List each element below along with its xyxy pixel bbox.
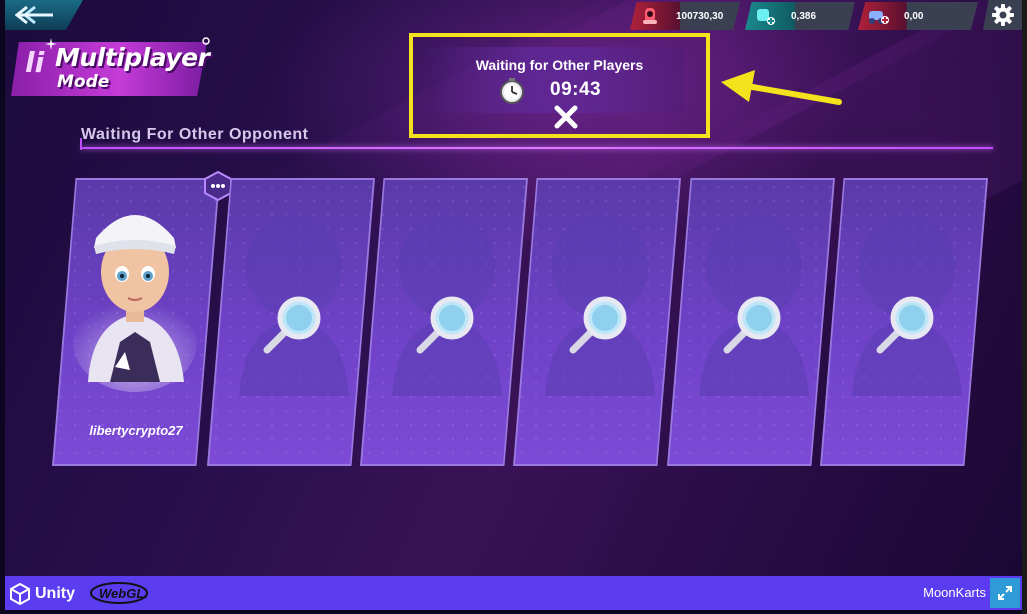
teal-token-icon <box>745 2 785 30</box>
back-arrow-icon <box>15 5 53 25</box>
search-icon <box>876 296 934 354</box>
settings-button[interactable] <box>983 0 1022 30</box>
mode-title: Multiplayer <box>55 43 210 72</box>
unity-cube-icon <box>10 583 30 605</box>
currency-value: 0,386 <box>791 10 817 22</box>
search-icon <box>569 296 627 354</box>
player-slot-1[interactable]: libertycrypto27 <box>52 178 220 466</box>
section-heading: Waiting For Other Opponent <box>81 126 309 143</box>
fullscreen-icon <box>998 586 1012 600</box>
webgl-label: WebGL. <box>99 586 148 601</box>
unity-logo: Unity <box>9 583 75 605</box>
search-icon <box>723 296 781 354</box>
countdown-timer: 09:43 <box>550 79 602 100</box>
currency-kart-balance[interactable]: 100730,30 <box>630 2 740 30</box>
mode-subtitle: Mode <box>57 72 110 92</box>
unity-label: Unity <box>35 585 75 602</box>
player-slot-5[interactable] <box>667 178 835 466</box>
player-slot-2[interactable] <box>207 178 375 466</box>
search-icon <box>416 296 474 354</box>
annotation-arrow-icon <box>721 70 842 105</box>
unity-footer: Unity WebGL. MoonKarts <box>5 576 1022 610</box>
gear-icon <box>991 4 1014 26</box>
game-name: MoonKarts <box>923 585 986 600</box>
player-name: libertycrypto27 <box>89 423 183 438</box>
mode-logo-icon: li <box>25 46 45 79</box>
waiting-panel: Waiting for Other Players 09:43 <box>409 33 710 138</box>
cancel-search-button[interactable] <box>553 104 579 130</box>
currency-value: 0,00 <box>904 10 924 22</box>
search-icon <box>263 296 321 354</box>
fullscreen-button[interactable] <box>990 578 1020 608</box>
game-canvas: li Multiplayer Mode 100730,30 0,386 0,00 <box>5 0 1022 576</box>
currency-token-balance[interactable]: 0,386 <box>745 2 855 30</box>
currency-value: 100730,30 <box>676 10 724 22</box>
sparkle-icon <box>45 38 57 50</box>
sparkle-icon <box>202 37 210 45</box>
red-kart-icon <box>630 2 670 30</box>
player-slot-6[interactable] <box>820 178 988 466</box>
player-slot-4[interactable] <box>513 178 681 466</box>
webgl-logo: WebGL. <box>90 582 148 604</box>
back-button[interactable] <box>5 0 83 30</box>
player-avatar <box>73 215 197 392</box>
currency-kart2-balance[interactable]: 0,00 <box>858 2 978 30</box>
multiplayer-mode-badge: li Multiplayer Mode <box>11 37 211 98</box>
stopwatch-icon <box>500 78 524 104</box>
waiting-title: Waiting for Other Players <box>475 57 644 73</box>
section-divider <box>81 147 993 149</box>
window-edge <box>1022 0 1027 614</box>
player-slot-3[interactable] <box>360 178 528 466</box>
